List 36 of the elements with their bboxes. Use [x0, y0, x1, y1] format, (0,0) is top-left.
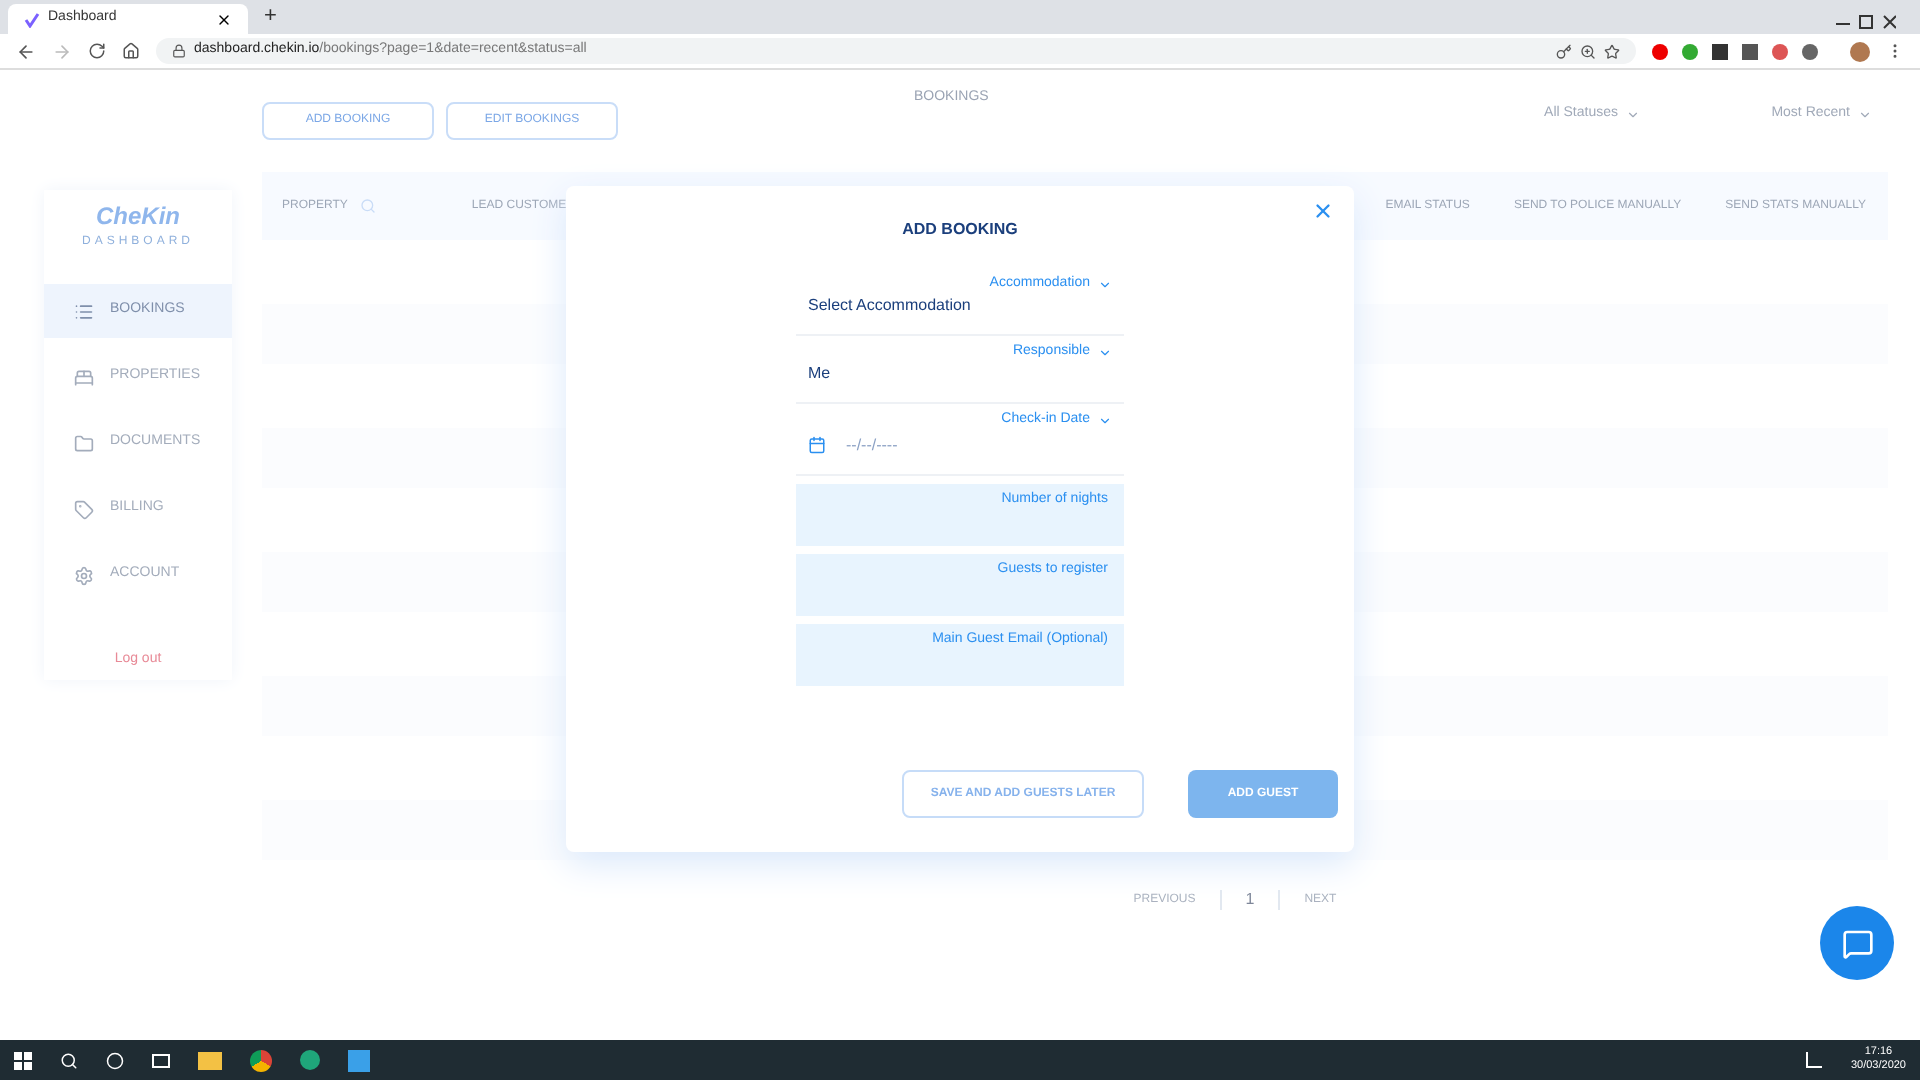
star-icon[interactable] — [1604, 43, 1620, 59]
close-button[interactable] — [1312, 200, 1334, 222]
calendar-icon — [808, 436, 826, 454]
favicon-icon — [24, 11, 40, 27]
sidebar-item-icon — [74, 499, 94, 519]
app-icon[interactable] — [348, 1049, 370, 1071]
profile-avatar[interactable] — [1850, 41, 1870, 61]
key-icon[interactable] — [1556, 43, 1572, 59]
logo-text: CheKin — [96, 200, 180, 234]
dialog-title: ADD BOOKING — [902, 218, 1018, 242]
folder-icon[interactable] — [198, 1051, 222, 1069]
new-tab-button[interactable]: + — [264, 0, 277, 32]
date-value: --/--/---- — [846, 433, 898, 457]
chevron-icon — [1858, 108, 1872, 122]
browser-icon[interactable] — [250, 1049, 272, 1071]
home-icon[interactable] — [122, 42, 140, 60]
page-number[interactable]: 1 — [1245, 888, 1255, 912]
chat-icon — [1841, 927, 1873, 959]
chevron-icon — [1098, 413, 1112, 428]
chevron-icon — [1098, 277, 1112, 292]
windows-icon[interactable] — [14, 1051, 32, 1069]
sidebar-item-icon — [74, 301, 94, 321]
reload-icon[interactable] — [88, 42, 106, 60]
lock-icon — [172, 44, 186, 58]
sidebar-item-icon — [74, 565, 94, 585]
close-icon[interactable] — [216, 11, 232, 27]
extension-icons-drawing[interactable] — [1652, 43, 1818, 59]
chevron-icon — [1098, 345, 1112, 360]
zoom-icon[interactable] — [1580, 43, 1596, 59]
sidebar-item-icon — [74, 367, 94, 387]
sidebar-item-icon — [74, 433, 94, 453]
task-view-icon[interactable] — [152, 1053, 170, 1067]
back-icon[interactable] — [16, 41, 36, 61]
chevron-icon — [1626, 108, 1640, 122]
chat-button[interactable] — [1820, 906, 1894, 980]
app-icon[interactable] — [300, 1050, 320, 1070]
